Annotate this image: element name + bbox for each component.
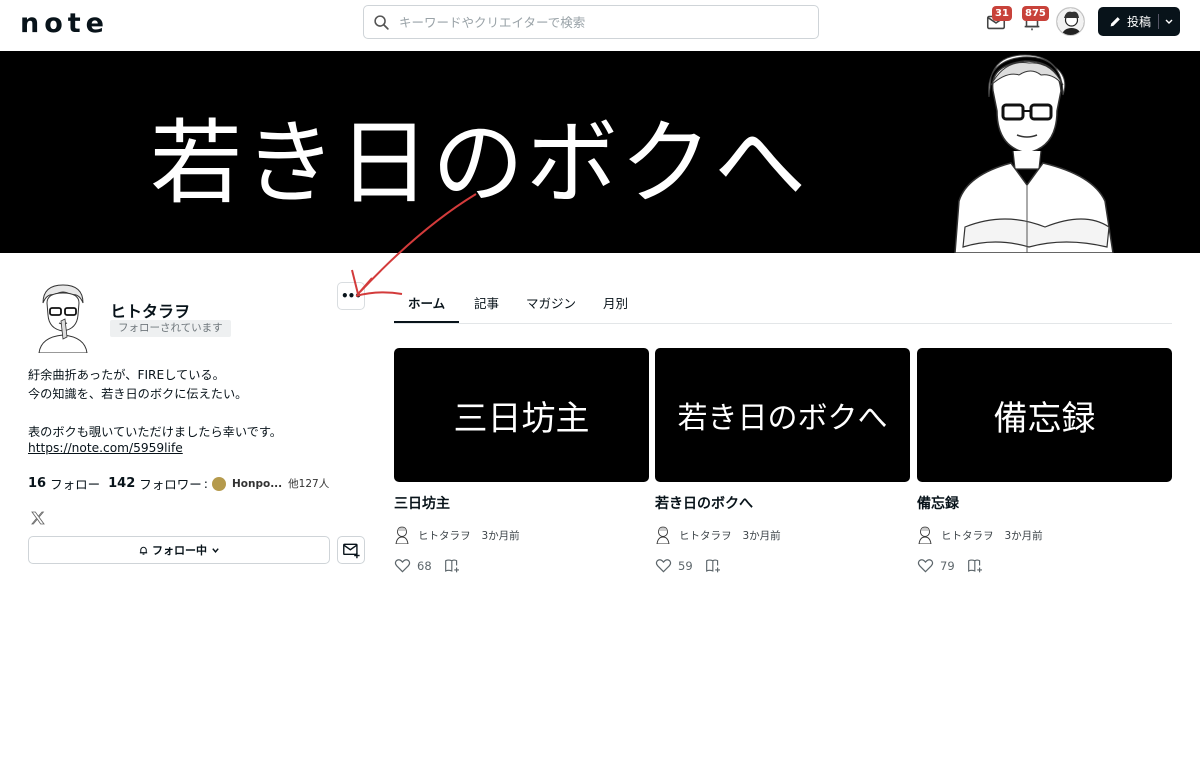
followed-badge: フォローされています <box>110 320 231 337</box>
article-date: 3か月前 <box>742 529 781 542</box>
more-icon: ••• <box>340 289 362 303</box>
followers-more[interactable]: 他127人 <box>288 476 329 491</box>
bio-line: 今の知識を、若き日のボクに伝えたい。 <box>28 387 248 401</box>
post-label: 投稿 <box>1127 15 1152 29</box>
active-tab-indicator <box>394 321 459 323</box>
article-actions: 59 <box>655 558 910 573</box>
avatar-image <box>1057 8 1084 35</box>
heart-icon[interactable] <box>917 558 934 573</box>
add-to-magazine-icon[interactable] <box>967 558 984 573</box>
profile-name: ヒトタラヲ <box>110 302 191 321</box>
bio-line: 紆余曲折あったが、FIREしている。 <box>28 368 225 382</box>
add-to-magazine-icon[interactable] <box>705 558 722 573</box>
author-name[interactable]: ヒトタラヲ <box>418 528 471 543</box>
like-count: 59 <box>678 558 693 573</box>
user-avatar[interactable] <box>1056 7 1085 36</box>
search-box[interactable] <box>363 5 819 39</box>
profile-avatar[interactable] <box>33 283 93 353</box>
follow-button-label: フォロー中 <box>152 544 207 557</box>
notifications-button[interactable]: 875 <box>1021 6 1049 34</box>
article-title[interactable]: 三日坊主 <box>394 493 649 513</box>
like-count: 79 <box>940 558 955 573</box>
tab-home[interactable]: ホーム <box>408 293 445 312</box>
author-avatar[interactable] <box>917 526 933 544</box>
author-name[interactable]: ヒトタラヲ <box>941 528 994 543</box>
banner-character-illustration <box>954 54 1114 253</box>
tab-monthly[interactable]: 月別 <box>603 293 628 312</box>
note-logo[interactable]: note <box>20 8 109 39</box>
tab-articles[interactable]: 記事 <box>474 293 499 312</box>
more-options-button[interactable]: ••• <box>337 282 365 310</box>
followers-label[interactable]: フォロワー <box>139 474 202 493</box>
article-actions: 79 <box>917 558 1172 573</box>
article-meta: ヒトタラヲ 3か月前 <box>394 526 649 544</box>
profile-bio: 紆余曲折あったが、FIREしている。 今の知識を、若き日のボクに伝えたい。 表の… <box>28 366 282 442</box>
chevron-down-icon[interactable] <box>1164 17 1174 27</box>
heart-icon[interactable] <box>394 558 411 573</box>
profile-tabs: ホーム 記事 マガジン 月別 <box>394 281 1172 324</box>
like-count: 68 <box>417 558 432 573</box>
notifications-badge: 875 <box>1022 6 1049 21</box>
pencil-icon <box>1110 17 1120 27</box>
follower-sample-name[interactable]: Honpo... <box>232 478 282 490</box>
author-avatar[interactable] <box>655 526 671 544</box>
article-meta: ヒトタラヲ 3か月前 <box>917 526 1172 544</box>
article-card[interactable]: 三日坊主 三日坊主 ヒトタラヲ 3か月前 68 <box>394 348 649 573</box>
tab-magazines[interactable]: マガジン <box>526 293 576 312</box>
article-thumbnail[interactable]: 備忘録 <box>917 348 1172 482</box>
colon-separator: : <box>203 476 208 491</box>
profile-link[interactable]: https://note.com/5959life <box>28 441 183 455</box>
top-header: note 31 875 投稿 <box>0 0 1200 51</box>
chevron-down-icon <box>212 547 219 553</box>
article-date: 3か月前 <box>1004 529 1043 542</box>
article-thumbnail[interactable]: 三日坊主 <box>394 348 649 482</box>
followers-count[interactable]: 142 <box>108 476 135 491</box>
following-count[interactable]: 16 <box>28 476 46 491</box>
mail-plus-icon <box>342 543 360 558</box>
banner-title: 若き日のボクへ <box>150 110 809 217</box>
following-label[interactable]: フォロー <box>50 474 100 493</box>
follow-button[interactable]: フォロー中 <box>28 536 330 564</box>
article-meta: ヒトタラヲ 3か月前 <box>655 526 910 544</box>
messages-button[interactable]: 31 <box>985 6 1012 34</box>
message-button[interactable] <box>337 536 365 564</box>
post-button[interactable]: 投稿 <box>1098 7 1180 36</box>
article-card[interactable]: 備忘録 備忘録 ヒトタラヲ 3か月前 79 <box>917 348 1172 573</box>
bio-line: 表のボクも覗いていただけましたら幸いです。 <box>28 425 282 439</box>
article-card[interactable]: 若き日のボクへ 若き日のボクへ ヒトタラヲ 3か月前 59 <box>655 348 910 573</box>
profile-banner: 若き日のボクへ <box>0 51 1200 253</box>
article-title[interactable]: 若き日のボクへ <box>655 493 910 513</box>
author-name[interactable]: ヒトタラヲ <box>679 528 732 543</box>
search-input[interactable] <box>399 14 799 30</box>
article-title[interactable]: 備忘録 <box>917 493 1172 513</box>
add-to-magazine-icon[interactable] <box>444 558 461 573</box>
follower-avatar[interactable] <box>211 476 226 491</box>
article-thumbnail[interactable]: 若き日のボクへ <box>655 348 910 482</box>
bell-icon <box>139 546 148 555</box>
messages-badge: 31 <box>992 6 1012 21</box>
article-actions: 68 <box>394 558 649 573</box>
post-divider <box>1158 14 1159 29</box>
article-date: 3か月前 <box>481 529 520 542</box>
heart-icon[interactable] <box>655 558 672 573</box>
follow-stats: 16 フォロー 142 フォロワー : Honpo... 他127人 <box>28 474 329 493</box>
search-icon <box>374 14 389 30</box>
author-avatar[interactable] <box>394 526 410 544</box>
x-twitter-icon[interactable] <box>30 510 46 526</box>
